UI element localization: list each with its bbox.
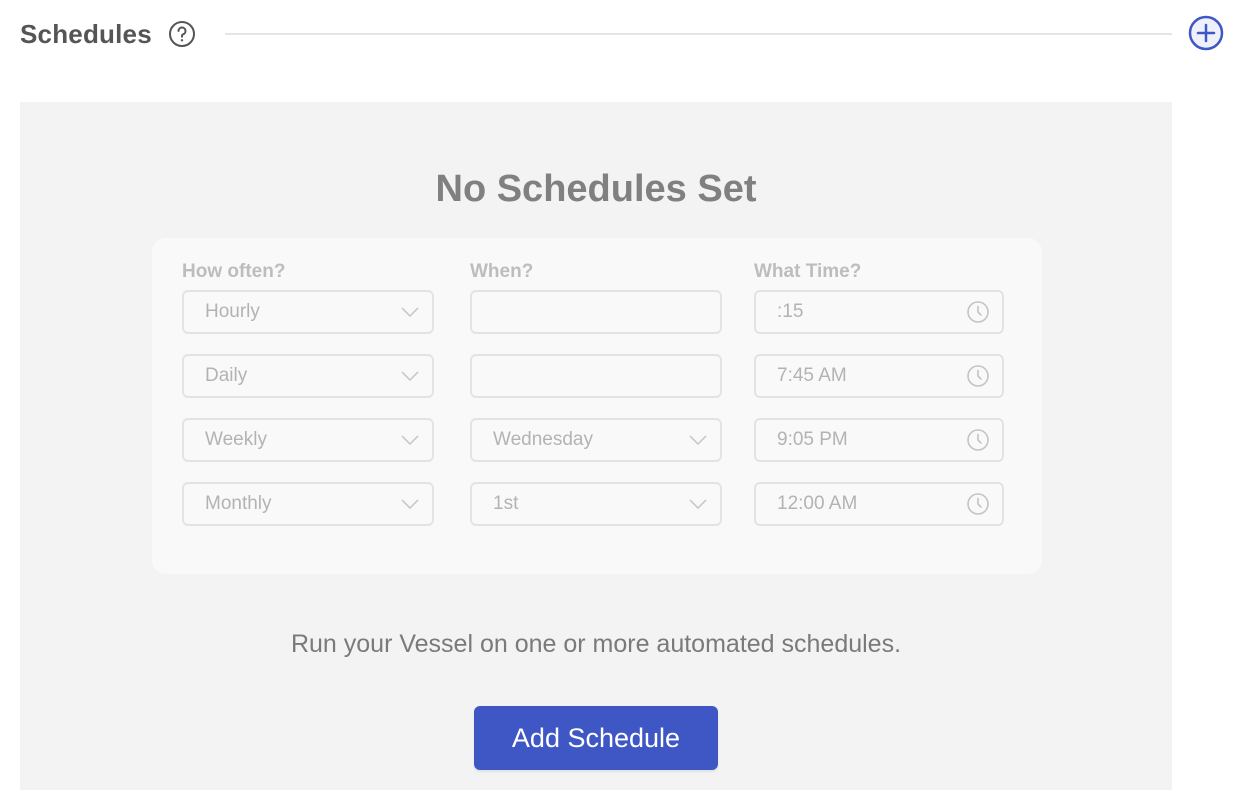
empty-state-description: Run your Vessel on one or more automated… bbox=[290, 630, 902, 658]
clock-icon bbox=[967, 429, 989, 451]
frequency-select: Weekly bbox=[182, 418, 434, 462]
chevron-down-icon bbox=[401, 371, 419, 382]
frequency-select: Hourly bbox=[182, 290, 434, 334]
help-icon[interactable] bbox=[168, 20, 196, 48]
chevron-down-icon bbox=[401, 499, 419, 510]
frequency-select: Monthly bbox=[182, 482, 434, 526]
when-select: 1st bbox=[470, 482, 722, 526]
when-column: When? Wednesday 1st bbox=[470, 258, 722, 546]
clock-icon bbox=[967, 365, 989, 387]
header-divider bbox=[225, 33, 1172, 35]
chevron-down-icon bbox=[401, 307, 419, 318]
chevron-down-icon bbox=[689, 435, 707, 446]
time-input: 7:45 AM bbox=[754, 354, 1004, 398]
schedule-preview-card: How often? Hourly Daily Weekly Monthly W… bbox=[152, 238, 1042, 574]
section-header: Schedules bbox=[20, 14, 1226, 54]
when-input bbox=[470, 354, 722, 398]
empty-state-title: No Schedules Set bbox=[435, 168, 757, 210]
when-input bbox=[470, 290, 722, 334]
clock-icon bbox=[967, 493, 989, 515]
section-title: Schedules bbox=[20, 18, 152, 49]
time-input: 12:00 AM bbox=[754, 482, 1004, 526]
empty-state-panel: No Schedules Set How often? Hourly Daily… bbox=[20, 102, 1172, 790]
column-label: When? bbox=[470, 261, 534, 282]
add-schedule-icon[interactable] bbox=[1188, 15, 1224, 51]
column-label: How often? bbox=[182, 261, 286, 282]
how-often-column: How often? Hourly Daily Weekly Monthly bbox=[182, 258, 434, 546]
when-select: Wednesday bbox=[470, 418, 722, 462]
time-input: 9:05 PM bbox=[754, 418, 1004, 462]
chevron-down-icon bbox=[689, 499, 707, 510]
chevron-down-icon bbox=[401, 435, 419, 446]
clock-icon bbox=[967, 301, 989, 323]
add-schedule-button[interactable]: Add Schedule bbox=[474, 706, 718, 770]
frequency-select: Daily bbox=[182, 354, 434, 398]
what-time-column: What Time? :15 7:45 AM 9:05 PM 12:00 AM bbox=[754, 258, 1004, 546]
column-label: What Time? bbox=[754, 261, 862, 282]
time-input: :15 bbox=[754, 290, 1004, 334]
